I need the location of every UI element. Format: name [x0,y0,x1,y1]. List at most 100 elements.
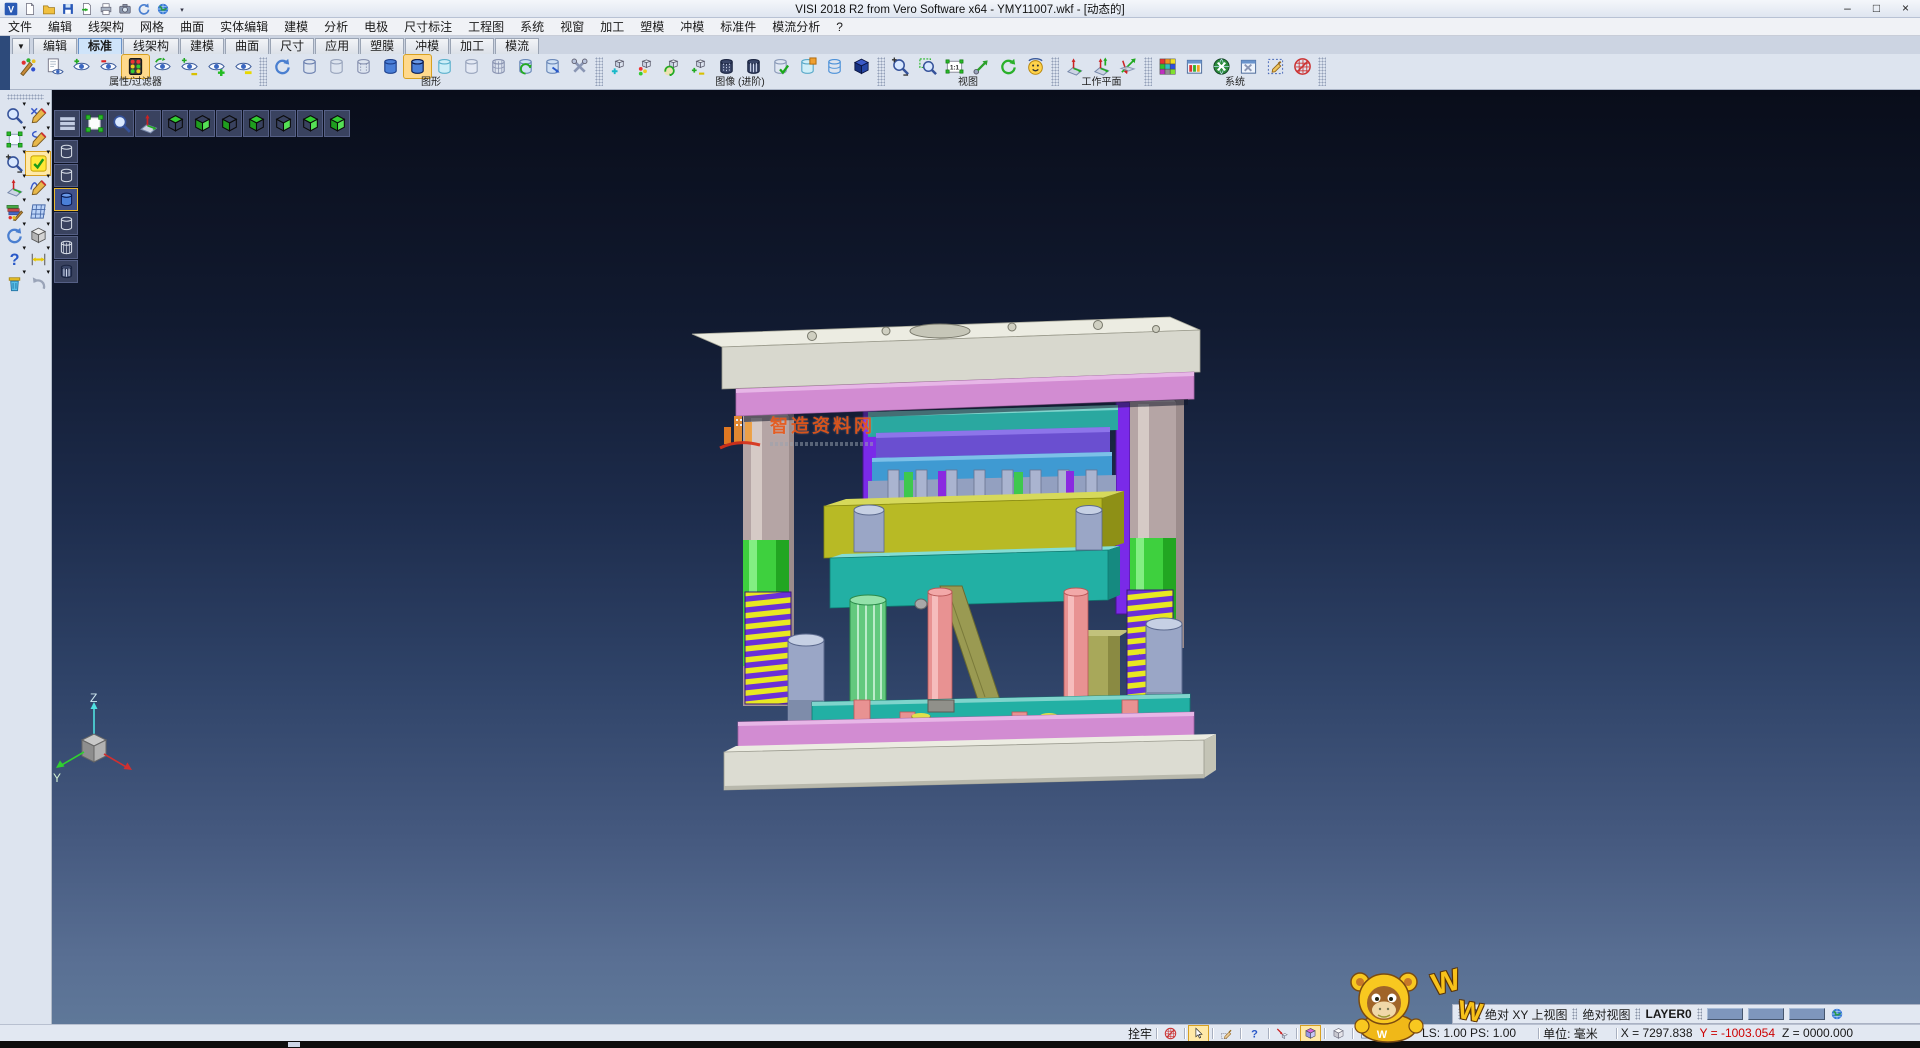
zoom-scale-icon[interactable]: 1:1 [941,55,968,78]
attributes-layers-icon[interactable]: ▾ [2,200,26,223]
tab-dropdown-button[interactable]: ▼ [12,38,30,54]
minimize-button[interactable]: – [1833,0,1862,17]
menu-item-5[interactable]: 实体编辑 [212,18,276,36]
view-left-icon[interactable] [270,110,296,137]
image-toggle-icon[interactable] [686,55,713,78]
workplane-set-icon[interactable] [1061,55,1088,78]
tab-线架构[interactable]: 线架构 [123,38,179,54]
render-hidden-line-icon[interactable] [323,55,350,78]
sketch-spline-icon[interactable]: ▾ [26,176,50,199]
new-document-icon[interactable] [21,1,39,17]
menu-item-8[interactable]: 电极 [356,18,396,36]
render-settings-icon[interactable] [566,55,593,78]
solid-wire-icon[interactable] [821,55,848,78]
point-snap-icon[interactable] [1273,1026,1292,1041]
view-iso-icon[interactable] [324,110,350,137]
import-file-icon[interactable] [78,1,96,17]
system-settings-icon[interactable] [1208,55,1235,78]
zoom-window-icon[interactable] [914,55,941,78]
display-list-icon[interactable] [54,110,80,137]
color-swatch-0[interactable] [1707,1008,1743,1020]
visibility-add-icon[interactable] [68,55,95,78]
regenerate-icon[interactable]: ▾ [2,224,26,247]
zoom-view-icon[interactable]: ▾ [2,104,26,127]
calculator-icon[interactable] [1289,55,1316,78]
attribute-filter-icon[interactable] [41,55,68,78]
status-grip-4[interactable] [1697,1008,1702,1020]
solid-shaded-cube-icon[interactable] [848,55,875,78]
menu-item-3[interactable]: 网格 [132,18,172,36]
maximize-button[interactable]: □ [1862,0,1891,17]
attribute-edit-icon[interactable] [14,55,41,78]
render-wireframe-icon[interactable] [54,140,78,163]
tab-编辑[interactable]: 编辑 [33,38,77,54]
render-regen-icon[interactable] [512,55,539,78]
tab-加工[interactable]: 加工 [450,38,494,54]
render-mesh-icon[interactable] [54,236,78,259]
view-front-icon[interactable] [216,110,242,137]
visibility-refresh-icon[interactable] [149,55,176,78]
tab-尺寸[interactable]: 尺寸 [270,38,314,54]
options-icon[interactable] [1235,55,1262,78]
image-filter-icon[interactable] [632,55,659,78]
erase-sketch-icon[interactable]: ▾ [26,104,50,127]
menu-item-16[interactable]: 标准件 [712,18,764,36]
world-icon[interactable] [154,1,172,17]
render-mesh-icon[interactable] [485,55,512,78]
view-top-icon[interactable] [162,110,188,137]
zoom-window-icon[interactable]: ▾ [2,128,26,151]
view-back-icon[interactable] [243,110,269,137]
save-file-icon[interactable] [59,1,77,17]
view-orient-icon[interactable] [1022,55,1049,78]
render-shaded-icon[interactable] [377,55,404,78]
tab-标准[interactable]: 标准 [78,38,122,54]
redraw-icon[interactable] [269,55,296,78]
menu-item-14[interactable]: 塑模 [632,18,672,36]
tab-冲模[interactable]: 冲模 [405,38,449,54]
face-snap-icon[interactable] [1301,1026,1320,1041]
view-mode-label[interactable]: 绝对视图 [1582,1006,1630,1023]
hide-all-icon[interactable] [230,55,257,78]
snap-grid-off-icon[interactable] [1161,1026,1180,1041]
grid-view-icon[interactable]: ▾ [26,200,50,223]
zoom-scale-icon[interactable]: ▾ [2,152,26,175]
undo-icon[interactable]: ▾ [26,272,50,295]
status-grip-2[interactable] [1572,1008,1577,1020]
capture-icon[interactable] [116,1,134,17]
render-flat-icon[interactable] [458,55,485,78]
view-right-icon[interactable] [297,110,323,137]
status-grip-3[interactable] [1635,1008,1640,1020]
menu-item-11[interactable]: 系统 [512,18,552,36]
prompt-help-icon[interactable]: ? [1245,1026,1264,1041]
color-swatch-2[interactable] [1789,1008,1825,1020]
menu-item-13[interactable]: 加工 [592,18,632,36]
globe-icon[interactable] [1830,1007,1844,1021]
visibility-remove-icon[interactable] [95,55,122,78]
image-add-icon[interactable] [605,55,632,78]
snap-settings-icon[interactable] [1262,55,1289,78]
render-copy-icon[interactable] [539,55,566,78]
menu-item-9[interactable]: 尺寸标注 [396,18,460,36]
color-swatch-1[interactable] [1748,1008,1784,1020]
zoom-previous-icon[interactable] [108,110,134,137]
show-all-icon[interactable] [203,55,230,78]
active-layer-label[interactable]: LAYER0 [1645,1007,1691,1021]
tab-模流[interactable]: 模流 [495,38,539,54]
view-bottom-icon[interactable] [189,110,215,137]
menu-item-6[interactable]: 建模 [276,18,316,36]
solid-striped-icon[interactable] [740,55,767,78]
print-icon[interactable] [97,1,115,17]
menu-item-12[interactable]: 视窗 [552,18,592,36]
lock-label[interactable]: 拴牢 [1128,1025,1152,1042]
zoom-extents-icon[interactable] [81,110,107,137]
menu-item-4[interactable]: 曲面 [172,18,212,36]
solid-dotted-icon[interactable] [713,55,740,78]
sidebar-grip[interactable] [7,94,44,100]
workplane-swap-icon[interactable] [1115,55,1142,78]
viewport-3d[interactable]: 智造资料网 Z Y [52,90,1920,1024]
regen-icon[interactable] [135,1,153,17]
menu-item-1[interactable]: 编辑 [40,18,80,36]
open-file-icon[interactable] [40,1,58,17]
toolbar-options-icon[interactable]: ▾ [173,1,191,17]
confirm-selection-icon[interactable]: ▾ [26,152,50,175]
